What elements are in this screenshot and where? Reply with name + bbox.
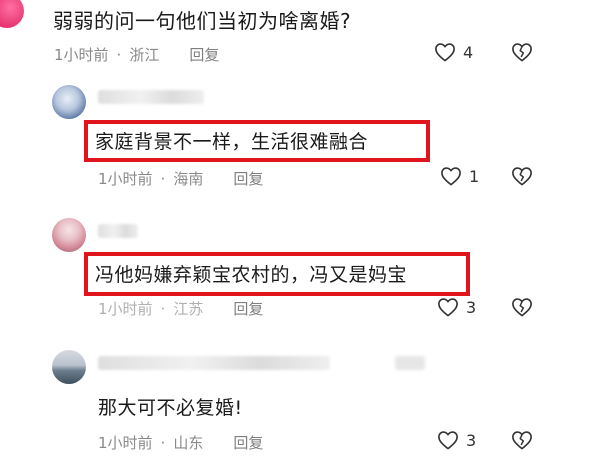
comment-meta: 1小时前 · 山东 回复 [98,434,264,452]
comment-location: 江苏 [173,300,204,318]
broken-heart-icon [512,431,532,450]
comment-text: 冯他妈嫌弃颖宝农村的，冯又是妈宝 [95,264,408,286]
reply-button[interactable]: 回复 [233,434,263,452]
heart-outline-icon [438,431,458,450]
comment-location: 浙江 [129,46,160,64]
username-redacted-tail [395,356,425,370]
dislike-button[interactable] [511,42,533,62]
dislike-button[interactable] [511,430,533,450]
reply-button[interactable]: 回复 [233,170,263,188]
comment-meta: 1小时前 · 江苏 回复 [98,300,264,318]
reply-button[interactable]: 回复 [189,46,219,64]
like-button[interactable]: 1 [440,166,479,186]
avatar[interactable] [52,218,86,252]
comment-location: 海南 [173,170,204,188]
comment-location: 山东 [173,434,204,452]
broken-heart-icon [512,298,532,317]
comment-meta: 1小时前 · 浙江 回复 [54,46,220,64]
broken-heart-icon [512,43,532,62]
reply-button[interactable]: 回复 [233,300,263,318]
like-button[interactable]: 4 [434,42,473,62]
broken-heart-icon [512,167,532,186]
username-redacted [98,224,138,238]
like-count: 3 [466,297,477,317]
avatar[interactable] [52,350,86,384]
like-count: 1 [469,166,480,186]
comment-time: 1小时前 [98,300,153,318]
heart-outline-icon [435,43,455,62]
heart-outline-icon [441,167,461,186]
avatar[interactable] [0,0,24,28]
like-button[interactable]: 3 [437,430,476,450]
like-button[interactable]: 3 [437,297,476,317]
comment-text: 弱弱的问一句他们当初为啥离婚? [53,9,352,33]
comment-time: 1小时前 [98,434,153,452]
comment-time: 1小时前 [54,46,109,64]
comment-text: 那大可不必复婚! [98,397,243,419]
avatar[interactable] [52,85,86,119]
heart-outline-icon [438,298,458,317]
username-redacted [98,90,204,104]
comment-text: 家庭背景不一样，生活很难融合 [95,131,369,153]
like-count: 4 [463,42,474,62]
dislike-button[interactable] [511,297,533,317]
comment-meta: 1小时前 · 海南 回复 [98,170,264,188]
like-count: 3 [466,430,477,450]
dislike-button[interactable] [511,166,533,186]
username-redacted [98,356,330,370]
comment-time: 1小时前 [98,170,153,188]
